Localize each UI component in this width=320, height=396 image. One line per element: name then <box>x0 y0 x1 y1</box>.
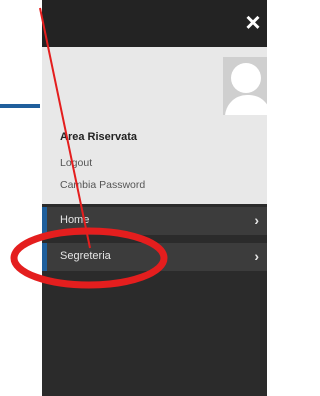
chevron-right-icon: › <box>254 212 259 228</box>
avatar <box>223 57 267 115</box>
background-accent-line <box>0 104 40 108</box>
close-icon[interactable]: × <box>241 9 265 35</box>
menu-item-home[interactable]: Home › <box>42 207 267 235</box>
menu-item-label: Segreteria <box>60 250 111 262</box>
profile-panel: Area Riservata Logout Cambia Password <box>42 47 267 204</box>
menu-item-label: Home <box>60 214 90 226</box>
area-riservata-title: Area Riservata <box>60 131 138 143</box>
menu-item-segreteria[interactable]: Segreteria › <box>42 243 267 271</box>
avatar-head-shape <box>231 63 261 93</box>
avatar-shoulders-shape <box>225 95 267 115</box>
side-drawer: × Area Riservata Logout Cambia Password … <box>42 0 267 396</box>
drawer-header: × <box>42 0 267 47</box>
chevron-right-icon: › <box>254 248 259 264</box>
cambia-password-link[interactable]: Cambia Password <box>60 179 145 191</box>
logout-link[interactable]: Logout <box>60 157 92 169</box>
